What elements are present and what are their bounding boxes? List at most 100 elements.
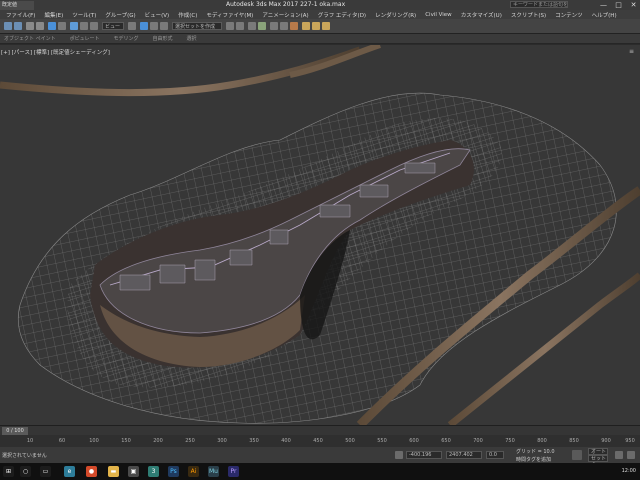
redo-icon[interactable] <box>14 22 22 30</box>
zoom-icon[interactable] <box>615 451 623 459</box>
chrome-icon[interactable]: ● <box>86 466 97 477</box>
snap-icon[interactable] <box>140 22 148 30</box>
maximize-button[interactable]: □ <box>614 1 623 9</box>
perspective-viewport[interactable]: [+] [パース] [標準] [既定値シェーディング] ≡ <box>0 45 640 425</box>
layer-icon[interactable] <box>248 22 256 30</box>
tab-modeling[interactable]: モデリング <box>114 35 139 42</box>
menu-tools[interactable]: ツール(T) <box>72 11 96 19</box>
scene-render <box>0 45 640 425</box>
ribbon: オブジェクト ペイント ポピュレート モデリング 自由形式 選択 <box>0 34 640 44</box>
minimize-button[interactable]: — <box>599 1 608 9</box>
named-selection-dropdown[interactable]: 選択セットを作成 <box>172 22 222 30</box>
tick-label: 300 <box>217 438 227 444</box>
menu-edit[interactable]: 編集(E) <box>44 11 63 19</box>
tick-label: 10 <box>26 438 34 444</box>
percent-snap-icon[interactable] <box>160 22 168 30</box>
edge-icon[interactable]: e <box>64 466 75 477</box>
scale-icon[interactable] <box>90 22 98 30</box>
y-coordinate-field[interactable]: 2407.402 <box>446 451 482 459</box>
tick-label: 400 <box>281 438 291 444</box>
tick-label: 60 <box>58 438 66 444</box>
menu-customize[interactable]: カスタマイズ(U) <box>461 11 502 19</box>
auto-key-button[interactable]: オートキー <box>588 448 608 461</box>
menu-view[interactable]: ビュー(V) <box>145 11 170 19</box>
workspace-selector[interactable]: 既定値 <box>0 0 34 10</box>
pivot-icon[interactable] <box>128 22 136 30</box>
menu-modifiers[interactable]: モディファイヤ(M) <box>206 11 253 19</box>
tick-label: 950 <box>625 438 635 444</box>
start-icon[interactable]: ⊞ <box>3 466 14 477</box>
window-title: Autodesk 3ds Max 2017 227-1 oka.max <box>226 1 346 8</box>
select-region-icon[interactable] <box>58 22 66 30</box>
z-coordinate-field[interactable]: 0.0 <box>486 451 504 459</box>
tick-label: 150 <box>121 438 131 444</box>
system-tray-clock[interactable]: 12:00 <box>622 468 636 474</box>
angle-snap-icon[interactable] <box>150 22 158 30</box>
tab-object-paint[interactable]: オブジェクト ペイント <box>4 35 56 42</box>
illustrator-icon[interactable]: Ai <box>188 466 199 477</box>
search-icon[interactable]: ○ <box>20 466 31 477</box>
lock-icon[interactable] <box>395 451 403 459</box>
grid-size-label: グリッド = 10.0 <box>516 449 555 455</box>
3dsmax-icon[interactable]: 3 <box>148 466 159 477</box>
graphite-icon[interactable] <box>258 22 266 30</box>
selection-status: 選択されていません <box>2 453 47 459</box>
pan-icon[interactable] <box>627 451 635 459</box>
main-toolbar: ビュー 選択セットを作成 <box>0 19 640 34</box>
menu-rendering[interactable]: レンダリング(R) <box>375 11 416 19</box>
key-mode-icon[interactable] <box>572 450 582 460</box>
photoshop-icon[interactable]: Ps <box>168 466 179 477</box>
folder-icon[interactable]: ▬ <box>108 466 119 477</box>
rotate-icon[interactable] <box>80 22 88 30</box>
menu-scripting[interactable]: スクリプト(S) <box>511 11 546 19</box>
mudbox-icon[interactable]: Mu <box>208 466 219 477</box>
mirror-icon[interactable] <box>226 22 234 30</box>
render-icon[interactable] <box>322 22 330 30</box>
tab-freeform[interactable]: 自由形式 <box>153 35 173 42</box>
render-frame-icon[interactable] <box>312 22 320 30</box>
time-slider-handle[interactable]: 0 / 100 <box>2 427 28 435</box>
material-editor-icon[interactable] <box>290 22 298 30</box>
schematic-icon[interactable] <box>280 22 288 30</box>
menu-civil-view[interactable]: Civil View <box>425 12 451 18</box>
link-icon[interactable] <box>26 22 34 30</box>
set-key-button[interactable]: セットキー <box>588 455 608 468</box>
add-time-tag-button[interactable]: 時間タグを追加 <box>516 456 551 463</box>
tick-label: 350 <box>249 438 259 444</box>
viewport-menu-icon[interactable]: ≡ <box>629 48 634 55</box>
search-input[interactable]: キーワードまたは語句を入力 <box>510 1 568 8</box>
menu-graph-editors[interactable]: グラフ エディタ(D) <box>318 11 366 19</box>
viewport-label[interactable]: [+] [パース] [標準] [既定値シェーディング] <box>1 48 110 56</box>
status-bar: 選択されていません -400.196 2407.402 0.0 グリッド = 1… <box>0 447 640 468</box>
tick-label: 650 <box>441 438 451 444</box>
task-view-icon[interactable]: ▭ <box>40 466 51 477</box>
tab-populate[interactable]: ポピュレート <box>70 35 100 42</box>
store-icon[interactable]: ▣ <box>128 466 139 477</box>
tick-label: 900 <box>601 438 611 444</box>
tick-label: 100 <box>89 438 99 444</box>
os-taskbar: ⊞ ○ ▭ e ● ▬ ▣ 3 Ps Ai Mu Pr 12:00 <box>0 463 640 480</box>
road-top-right <box>289 45 381 78</box>
undo-icon[interactable] <box>4 22 12 30</box>
curve-editor-icon[interactable] <box>270 22 278 30</box>
tick-label: 550 <box>377 438 387 444</box>
tick-label: 850 <box>569 438 579 444</box>
reference-coordinate-dropdown[interactable]: ビュー <box>102 22 124 30</box>
tick-label: 600 <box>409 438 419 444</box>
close-button[interactable]: ✕ <box>629 1 638 9</box>
tab-selection[interactable]: 選択 <box>187 35 197 42</box>
tick-label: 450 <box>313 438 323 444</box>
move-icon[interactable] <box>70 22 78 30</box>
align-icon[interactable] <box>236 22 244 30</box>
unlink-icon[interactable] <box>36 22 44 30</box>
menu-help[interactable]: ヘルプ(H) <box>592 11 617 19</box>
premiere-icon[interactable]: Pr <box>228 466 239 477</box>
menu-animation[interactable]: アニメーション(A) <box>262 11 308 19</box>
menu-content[interactable]: コンテンツ <box>555 11 583 19</box>
menu-group[interactable]: グループ(G) <box>105 11 135 19</box>
select-icon[interactable] <box>48 22 56 30</box>
x-coordinate-field[interactable]: -400.196 <box>406 451 442 459</box>
menu-create[interactable]: 作成(C) <box>178 11 197 19</box>
menu-file[interactable]: ファイル(F) <box>6 11 35 19</box>
render-setup-icon[interactable] <box>302 22 310 30</box>
